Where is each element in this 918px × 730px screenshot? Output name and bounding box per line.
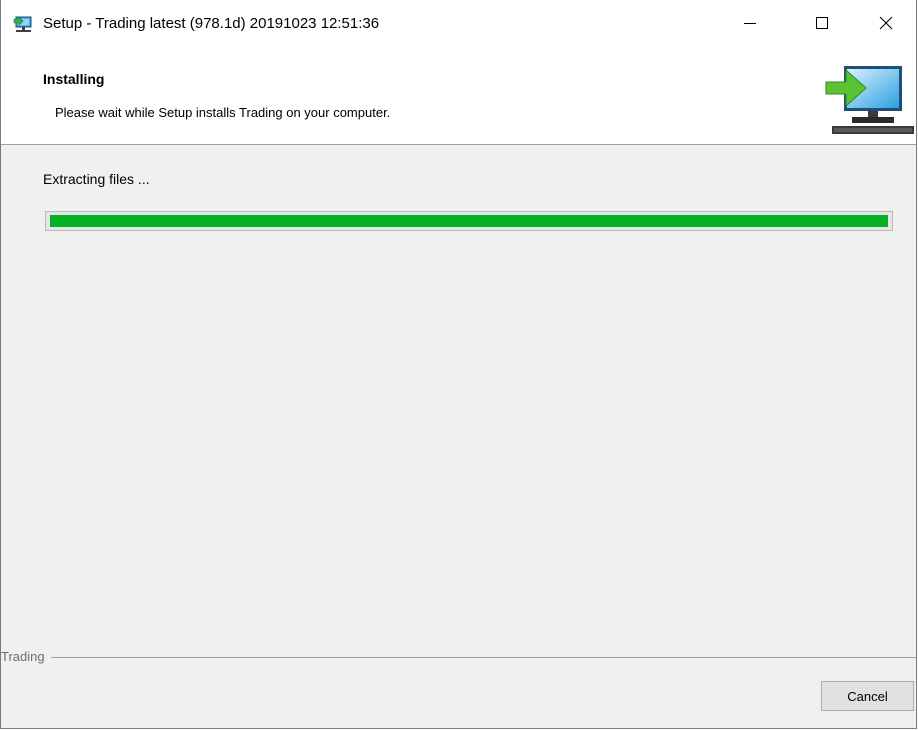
- computer-install-arrow-icon: [824, 56, 914, 138]
- maximize-icon: [816, 17, 828, 29]
- brand-label: Trading: [1, 649, 51, 665]
- close-icon: [879, 16, 893, 30]
- minimize-icon: [744, 23, 756, 24]
- window-title: Setup - Trading latest (978.1d) 20191023…: [43, 15, 380, 32]
- status-text: Extracting files ...: [43, 171, 150, 187]
- minimize-button[interactable]: [727, 0, 773, 46]
- progress-bar: [45, 211, 893, 231]
- close-button[interactable]: [863, 0, 909, 46]
- wizard-header: Installing Please wait while Setup insta…: [1, 48, 916, 145]
- maximize-button[interactable]: [799, 0, 845, 46]
- title-bar[interactable]: Setup - Trading latest (978.1d) 20191023…: [1, 0, 916, 48]
- page-title: Installing: [43, 71, 105, 87]
- footer-divider: [1, 657, 916, 658]
- page-subtitle: Please wait while Setup installs Trading…: [55, 105, 391, 120]
- installer-app-icon: [13, 14, 33, 34]
- wizard-body: Extracting files ... Trading Cancel: [1, 145, 916, 728]
- progress-fill: [50, 215, 888, 227]
- setup-window: Setup - Trading latest (978.1d) 20191023…: [0, 0, 917, 729]
- cancel-button[interactable]: Cancel: [821, 681, 914, 711]
